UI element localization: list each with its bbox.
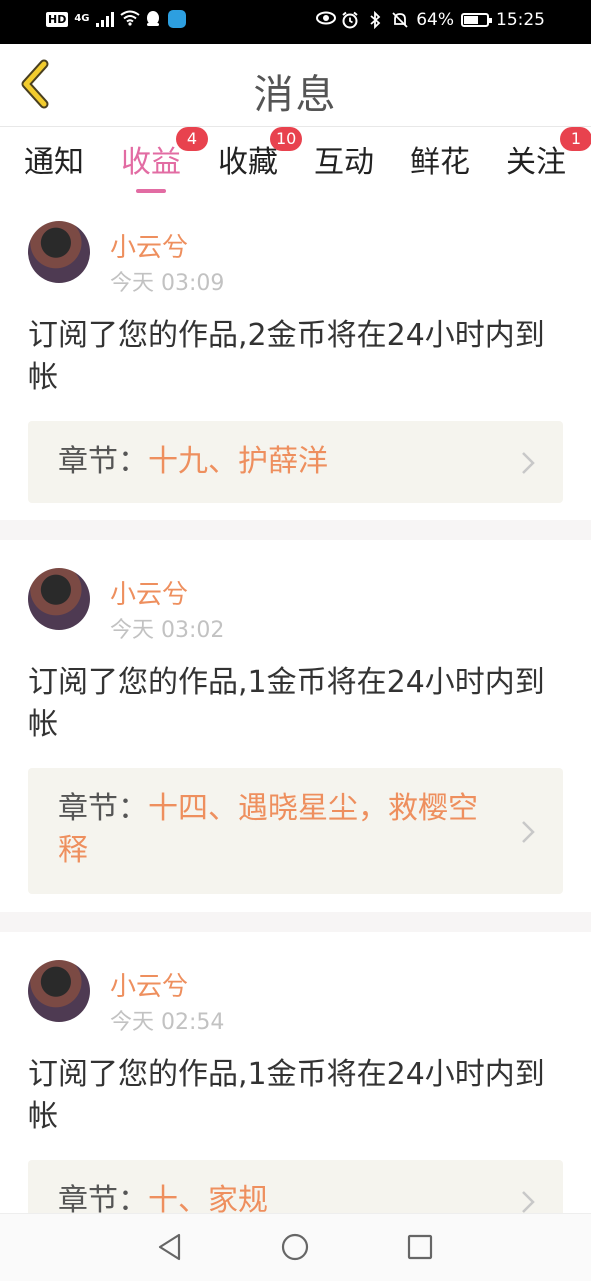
divider [0,912,591,932]
user-name[interactable]: 小云兮 [110,227,188,264]
chapter-link[interactable]: 章节：十九、护薛洋 [28,421,563,503]
chapter-title: 十九、护薛洋 [148,444,328,479]
qq-icon [144,10,162,28]
tab-label: 鲜花 [410,145,470,180]
user-name[interactable]: 小云兮 [110,966,188,1003]
tab-flowers[interactable]: 鲜花 [410,137,470,181]
list-item: 小云兮 今天 02:54 订阅了您的作品,1金币将在24小时内到帐 章节：十、家… [0,932,591,1213]
message-time: 今天 03:02 [110,618,225,643]
unread-badge: 4 [176,127,208,151]
signal-icon [95,11,114,27]
tab-label: 通知 [24,145,84,180]
message-time: 今天 02:54 [110,1010,225,1035]
chevron-right-icon [522,452,535,474]
unread-badge: 1 [560,127,591,151]
message-time: 今天 03:09 [110,271,225,296]
tab-notifications[interactable]: 通知 [24,137,84,181]
tab-bar: 通知 收益 4 收藏 10 互动 鲜花 关注 1 [0,127,591,193]
chevron-right-icon [522,1191,535,1213]
tab-label: 关注 [506,145,566,180]
message-text: 订阅了您的作品,1金币将在24小时内到帐 [28,665,545,742]
home-circle-icon[interactable] [280,1232,310,1262]
message-text: 订阅了您的作品,2金币将在24小时内到帐 [28,318,545,395]
system-nav-bar [0,1213,591,1281]
wifi-icon [119,10,140,28]
eye-icon [316,11,337,29]
mute-icon [391,11,409,29]
chapter-label: 章节： [58,1183,148,1213]
bluetooth-icon [366,10,384,30]
avatar[interactable] [28,960,90,1022]
battery-icon [461,13,492,27]
divider [0,520,591,540]
unread-badge: 10 [270,127,303,151]
tab-label: 互动 [314,145,374,180]
message-text: 订阅了您的作品,1金币将在24小时内到帐 [28,1057,545,1134]
tab-earnings[interactable]: 收益 4 [121,127,208,193]
alarm-icon [341,11,359,29]
page-title: 消息 [253,72,338,118]
chapter-link[interactable]: 章节：十四、遇晓星尘，救樱空释 [28,768,563,894]
user-name[interactable]: 小云兮 [110,574,188,611]
status-bar: HD 4G 64% 15:25 [0,0,591,44]
tab-label: 收藏 [218,145,278,180]
chapter-title: 十、家规 [148,1183,268,1213]
app-icon [167,10,186,28]
avatar[interactable] [28,221,90,283]
app-header: 消息 [0,44,591,127]
chapter-label: 章节： [58,444,148,479]
chapter-link[interactable]: 章节：十、家规 [28,1160,563,1213]
back-triangle-icon[interactable] [155,1232,185,1262]
network-type: 4G [74,13,90,24]
battery-percent: 64% [416,10,454,30]
tab-favorites[interactable]: 收藏 10 [218,127,303,181]
recents-square-icon[interactable] [405,1232,435,1262]
tab-label: 收益 [121,145,181,180]
avatar[interactable] [28,568,90,630]
tab-interactions[interactable]: 互动 [314,137,374,181]
tab-follows[interactable]: 关注 1 [506,127,591,181]
chapter-label: 章节： [58,791,148,826]
chevron-right-icon [522,821,535,843]
clock: 15:25 [496,10,545,30]
hd-indicator: HD [46,11,69,27]
list-item: 小云兮 今天 03:09 订阅了您的作品,2金币将在24小时内到帐 章节：十九、… [0,193,591,520]
list-item: 小云兮 今天 03:02 订阅了您的作品,1金币将在24小时内到帐 章节：十四、… [0,540,591,912]
